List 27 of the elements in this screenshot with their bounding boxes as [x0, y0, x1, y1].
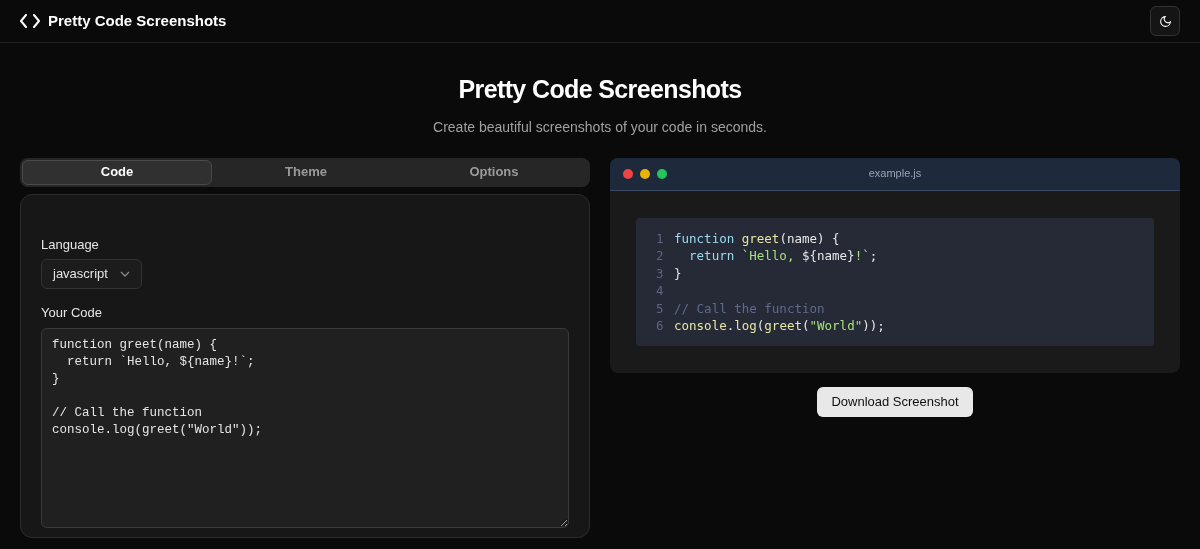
line-number: 4 — [656, 282, 665, 300]
download-button[interactable]: Download Screenshot — [817, 386, 973, 417]
code-label: Your Code — [41, 304, 103, 322]
language-select[interactable]: javascript — [41, 259, 142, 289]
code-icon — [20, 14, 40, 28]
page-subtitle: Create beautiful screenshots of your code in seconds. — [433, 117, 767, 137]
tab[interactable]: Options — [400, 159, 588, 185]
code-line: function greet(name) { — [674, 229, 840, 247]
page-title: Pretty Code Screenshots — [458, 74, 742, 105]
line-number: 6 — [656, 317, 665, 335]
code-line: console.log(greet("World")); — [674, 317, 885, 335]
language-label: Language — [41, 235, 100, 254]
line-number: 3 — [656, 264, 665, 282]
line-number: 5 — [656, 299, 665, 317]
code-line: // Call the function — [674, 299, 825, 317]
moon-icon — [1158, 14, 1172, 28]
code-line: } — [674, 264, 682, 282]
tab[interactable]: Code — [22, 159, 212, 185]
line-number: 2 — [656, 247, 665, 265]
theme-toggle-button[interactable] — [1150, 6, 1180, 36]
code-textarea[interactable]: function greet(name) { return `Hello, ${name}!`; } // Call the function console.log(greet("World")); — [41, 327, 569, 528]
code-line: return `Hello, ${name}!`; — [688, 247, 878, 265]
file-name: example.js — [868, 166, 922, 182]
line-number: 1 — [656, 229, 665, 247]
tab[interactable]: Theme — [212, 159, 400, 185]
app-title: Pretty Code Screenshots — [48, 10, 227, 31]
chevron-down-icon — [119, 271, 130, 277]
